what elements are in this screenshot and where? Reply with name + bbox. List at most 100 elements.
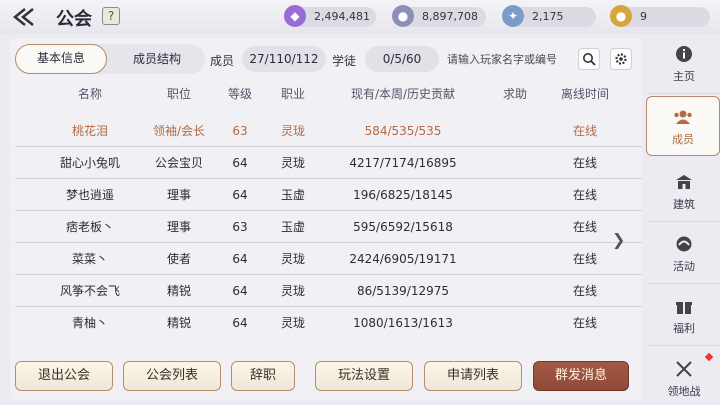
resource-value: 9: [640, 10, 647, 23]
member-contribution: 584/535/535: [364, 124, 442, 138]
sidebar-item-label: 主页: [673, 70, 695, 83]
col-level[interactable]: 等级: [215, 85, 265, 102]
members-panel: 基本信息 成员结构 成员 27/110/112 学徒 0/5/60 请输入玩家名…: [10, 38, 642, 400]
settings-button[interactable]: [610, 48, 632, 70]
member-status: 在线: [572, 156, 597, 170]
resource-gold[interactable]: ● 9: [610, 5, 710, 27]
members-label: 成员: [210, 54, 235, 68]
member-name: 青柚丶: [71, 316, 108, 330]
table-row[interactable]: 梦也逍遥 理事 64 玉虚 196/6825/18145 在线: [15, 179, 642, 211]
purple-crystal-icon: ◆: [284, 5, 306, 27]
table-row[interactable]: 风筝不会飞 精锐 64 灵珑 86/5139/12975 在线: [15, 275, 642, 307]
gear-icon: [615, 53, 627, 65]
members-icon: [672, 106, 694, 128]
col-contribution[interactable]: 现有/本周/历史贡献: [333, 85, 473, 102]
col-job[interactable]: 职业: [265, 85, 321, 102]
crossed-swords-icon: [673, 358, 695, 380]
sidebar-item-welfare[interactable]: 福利: [648, 286, 720, 346]
col-name[interactable]: 名称: [35, 85, 145, 102]
table-row[interactable]: 菜菜丶 使者 64 灵珑 2424/6905/19171 在线: [15, 243, 642, 275]
help-button[interactable]: ?: [102, 7, 120, 25]
member-position: 使者: [166, 252, 191, 266]
gold-coin-icon: ●: [610, 5, 632, 27]
member-level: 63: [232, 124, 248, 138]
member-job: 灵珑: [280, 124, 305, 138]
member-level: 64: [232, 316, 248, 330]
gift-icon: [673, 295, 695, 317]
broadcast-message-button[interactable]: 群发消息: [533, 361, 629, 391]
member-contribution: 196/6825/18145: [353, 188, 453, 202]
table-header: 名称 职位 等级 职业 现有/本周/历史贡献 求助 离线时间: [15, 85, 642, 111]
col-help[interactable]: 求助: [490, 85, 540, 102]
tab-basic-info[interactable]: 基本信息: [15, 44, 107, 74]
sidebar-item-label: 建筑: [673, 198, 695, 211]
member-status: 在线: [572, 284, 597, 298]
member-level: 63: [232, 220, 248, 234]
resource-value: 8,897,708: [422, 10, 478, 23]
member-contribution: 595/6592/15618: [353, 220, 453, 234]
member-status: 在线: [572, 252, 597, 266]
member-job: 灵珑: [280, 284, 305, 298]
member-status: 在线: [572, 124, 597, 138]
member-position: 精锐: [166, 316, 191, 330]
member-status: 在线: [572, 316, 597, 330]
search-button[interactable]: [578, 48, 600, 70]
resource-value: 2,494,481: [314, 10, 370, 23]
sidebar-item-building[interactable]: 建筑: [648, 162, 720, 222]
quit-guild-button[interactable]: 退出公会: [15, 361, 113, 391]
gameplay-settings-button[interactable]: 玩法设置: [315, 361, 413, 391]
member-name: 桃花泪: [71, 124, 108, 138]
member-status: 在线: [572, 220, 597, 234]
member-job: 灵珑: [280, 316, 305, 330]
table-row[interactable]: 甜心小兔叽 公会宝贝 64 灵珑 4217/7174/16895 在线: [15, 147, 642, 179]
page-title: 公会: [56, 9, 92, 30]
top-bar: 公会 ? ◆ 2,494,481 ● 8,897,708 ✦ 2,175 ● 9: [0, 0, 720, 34]
sidebar-item-territory-war[interactable]: 领地战: [648, 348, 720, 405]
table-row[interactable]: 痞老板丶 理事 63 玉虚 595/6592/15618 在线: [15, 211, 642, 243]
member-job: 玉虚: [280, 220, 305, 234]
member-level: 64: [232, 284, 248, 298]
member-contribution: 86/5139/12975: [356, 284, 450, 298]
back-button[interactable]: [10, 6, 40, 28]
col-offline[interactable]: 离线时间: [550, 85, 620, 102]
guild-list-button[interactable]: 公会列表: [123, 361, 221, 391]
tab-member-structure[interactable]: 成员结构: [111, 44, 203, 74]
resign-button[interactable]: 辞职: [231, 361, 295, 391]
apprentice-label: 学徒: [332, 54, 357, 68]
apprentice-count: 0/5/60: [365, 46, 439, 72]
back-arrow-icon: [12, 8, 34, 26]
sidebar-item-home[interactable]: 主页: [648, 34, 720, 94]
member-position: 精锐: [166, 284, 191, 298]
sidebar: 主页 成员 建筑 活动 福利 领地战: [646, 34, 720, 405]
tab-switch: 基本信息 成员结构: [15, 44, 205, 74]
member-status: 在线: [572, 188, 597, 202]
sidebar-item-label: 活动: [673, 260, 695, 273]
sidebar-item-label: 领地战: [667, 384, 701, 398]
member-position: 公会宝贝: [154, 156, 203, 170]
member-contribution: 1080/1613/1613: [353, 316, 453, 330]
member-job: 灵珑: [280, 156, 305, 170]
table-row[interactable]: 桃花泪 领袖/会长 63 灵珑 584/535/535 在线: [15, 115, 642, 147]
info-icon: [673, 43, 695, 65]
guild-badge-icon: ✦: [502, 5, 524, 27]
sidebar-item-activity[interactable]: 活动: [648, 224, 720, 284]
member-name: 甜心小兔叽: [59, 156, 120, 170]
resource-badge[interactable]: ✦ 2,175: [502, 5, 596, 27]
applications-button[interactable]: 申请列表: [424, 361, 522, 391]
member-name: 菜菜丶: [71, 252, 108, 266]
member-job: 灵珑: [280, 252, 305, 266]
member-position: 理事: [166, 220, 191, 234]
chevron-right-icon[interactable]: ❯: [612, 230, 625, 249]
member-contribution: 2424/6905/19171: [349, 252, 457, 266]
member-name: 痞老板丶: [65, 220, 114, 234]
table-row[interactable]: 青柚丶 精锐 64 灵珑 1080/1613/1613 在线: [15, 307, 642, 339]
member-level: 64: [232, 252, 248, 266]
resource-crystal[interactable]: ◆ 2,494,481: [284, 5, 376, 27]
member-contribution: 4217/7174/16895: [349, 156, 457, 170]
resource-silver[interactable]: ● 8,897,708: [392, 5, 486, 27]
sidebar-item-members[interactable]: 成员: [646, 96, 720, 156]
sidebar-item-label: 成员: [672, 132, 694, 146]
search-input[interactable]: 请输入玩家名字或编号: [447, 48, 597, 72]
col-position[interactable]: 职位: [139, 85, 219, 102]
member-name: 风筝不会飞: [59, 284, 120, 298]
